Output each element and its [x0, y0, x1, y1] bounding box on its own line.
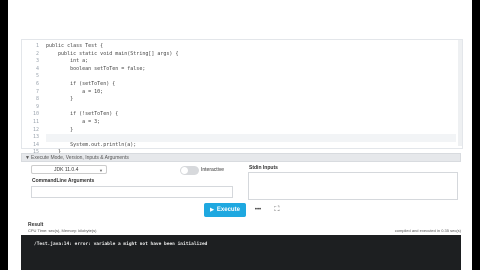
code-line[interactable]: a = 3;: [46, 119, 456, 127]
code-line[interactable]: public static void main(String[] args) {: [46, 51, 456, 59]
code-line[interactable]: if (setToTen) {: [46, 81, 456, 89]
editor-scrollbar[interactable]: [458, 40, 462, 146]
chevron-down-icon: ▼: [99, 168, 103, 173]
execution-options-toggle[interactable]: ▼ Execute Mode, Version, Inputs & Argume…: [21, 153, 461, 162]
chevron-down-icon: ▼: [25, 155, 30, 161]
code-line[interactable]: public class Test {: [46, 43, 456, 51]
code-line[interactable]: boolean setToTen = false;: [46, 66, 456, 74]
line-number: 4: [35, 65, 39, 72]
line-number: 9: [35, 103, 39, 110]
code-line[interactable]: int a;: [46, 58, 456, 66]
line-number: 11: [32, 118, 39, 125]
interactive-toggle[interactable]: [180, 166, 199, 175]
line-number: 1: [35, 43, 39, 49]
line-number: 13: [32, 134, 39, 141]
line-number: 8: [35, 96, 39, 103]
page: 1234567891011121314151617 public class T…: [8, 0, 472, 270]
cmd-args-input[interactable]: [31, 186, 233, 198]
cpu-time-line: CPU Time: sec(s), Memory: kilobyte(s): [28, 228, 97, 233]
stdin-input[interactable]: [248, 172, 458, 200]
play-icon: ▶: [210, 207, 214, 213]
line-number: 5: [35, 73, 39, 80]
code-line[interactable]: [46, 104, 456, 112]
execute-button[interactable]: ▶ Execute: [204, 203, 246, 217]
more-options-button[interactable]: •••: [252, 204, 264, 216]
line-number: 7: [35, 88, 39, 95]
code-line[interactable]: System.out.println(a);: [46, 142, 456, 150]
toggle-knob: [181, 167, 188, 174]
code-line[interactable]: [46, 134, 456, 142]
line-number: 6: [35, 80, 39, 87]
line-number: 3: [35, 58, 39, 65]
stdin-label: Stdin Inputs: [249, 165, 278, 171]
interactive-label: Interactive: [201, 167, 225, 173]
code-line[interactable]: a = 10;: [46, 89, 456, 97]
code-line[interactable]: if (!setToTen) {: [46, 111, 456, 119]
line-number: 14: [32, 141, 39, 148]
code-line[interactable]: }: [46, 127, 456, 135]
line-number: 2: [35, 50, 39, 57]
line-number: 12: [32, 126, 39, 133]
output-text: /Test.java:14: error: variable a might n…: [34, 242, 208, 247]
line-number: 10: [32, 111, 39, 118]
code-line[interactable]: [46, 73, 456, 81]
code-line[interactable]: }: [46, 96, 456, 104]
cmd-args-label: CommandLine Arguments: [32, 178, 95, 184]
execution-options-label: Execute Mode, Version, Inputs & Argument…: [31, 155, 129, 161]
fullscreen-icon[interactable]: ⛶: [271, 204, 283, 216]
compiled-note: compiled and executed in 0.35 sec(s): [394, 228, 461, 233]
code-editor[interactable]: 1234567891011121314151617 public class T…: [21, 39, 463, 171]
jdk-version-value: JDK 11.0.4: [54, 167, 79, 173]
output-console: /Test.java:14: error: variable a might n…: [21, 235, 461, 270]
jdk-version-select[interactable]: JDK 11.0.4 ▼: [31, 165, 107, 174]
execute-label: Execute: [216, 207, 240, 213]
